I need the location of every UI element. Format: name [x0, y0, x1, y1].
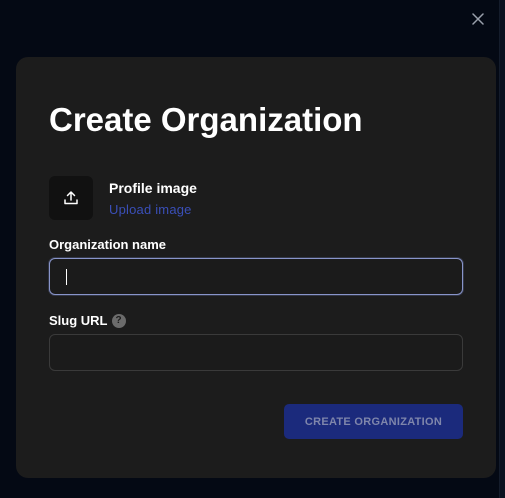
organization-name-label-text: Organization name	[49, 237, 167, 252]
profile-image-upload-button[interactable]	[49, 176, 93, 220]
organization-name-label: Organization name	[49, 237, 166, 252]
organization-name-input[interactable]	[49, 258, 463, 295]
close-button[interactable]	[468, 9, 488, 29]
create-organization-dialog: Create Organization Profile image Upload…	[16, 57, 496, 478]
upload-icon	[64, 191, 78, 205]
help-icon[interactable]: ?	[111, 313, 126, 328]
background-scrollbar	[499, 0, 505, 498]
slug-url-input[interactable]	[49, 334, 463, 371]
close-icon	[472, 13, 484, 25]
profile-image-label: Profile image	[109, 180, 197, 196]
text-caret	[66, 269, 67, 285]
slug-url-label-text: Slug URL	[49, 313, 108, 328]
create-organization-button[interactable]: CREATE ORGANIZATION	[284, 404, 463, 439]
upload-image-link[interactable]: Upload image	[109, 202, 192, 217]
dialog-title: Create Organization	[49, 101, 363, 138]
slug-url-label: Slug URL ?	[49, 313, 126, 328]
